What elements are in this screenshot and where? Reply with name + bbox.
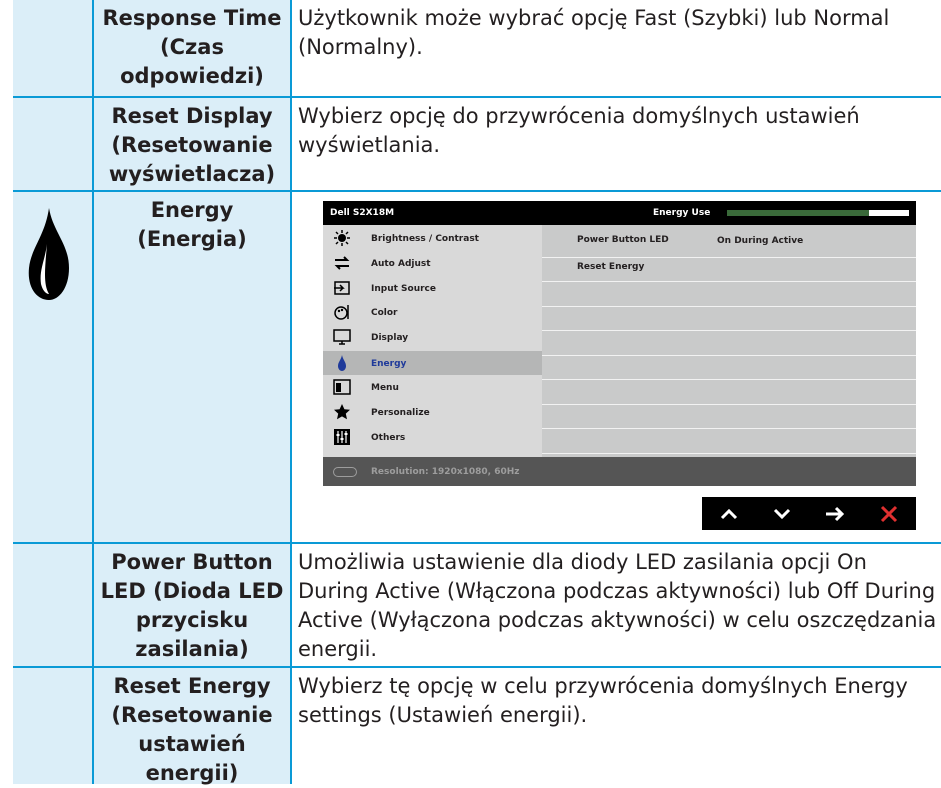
menu-item-label: Input Source xyxy=(371,284,436,294)
row-description: Użytkownik może wybrać opcję Fast (Szybk… xyxy=(298,6,890,59)
energy-use-bar xyxy=(727,210,909,216)
row-description: Umożliwia ustawienie dla diody LED zasil… xyxy=(298,550,937,661)
osd-header: Dell S2X18M Energy Use xyxy=(323,201,916,225)
color-icon xyxy=(334,305,349,320)
row-label-text: Energy (Energia) xyxy=(137,198,247,251)
row-label: Power Button LED (Dioda LED przycisku za… xyxy=(94,544,290,666)
submenu-divider xyxy=(542,355,916,356)
menu-item-input-source[interactable]: Input Source xyxy=(323,276,542,300)
submenu-divider xyxy=(542,306,916,307)
menu-item-energy[interactable]: Energy xyxy=(323,351,542,375)
others-icon xyxy=(334,429,350,445)
submenu-divider xyxy=(542,330,916,331)
menu-icon xyxy=(333,379,351,395)
submenu-divider xyxy=(542,453,916,454)
up-icon[interactable] xyxy=(702,497,755,530)
menu-item-label: Color xyxy=(371,308,398,318)
resolution-icon xyxy=(333,467,357,477)
right-arrow-icon[interactable] xyxy=(808,497,861,530)
menu-item-label: Menu xyxy=(371,383,399,393)
energy-flame-icon xyxy=(28,208,69,300)
menu-item-brightness-contrast[interactable]: Brightness / Contrast xyxy=(323,226,542,250)
row-description: Wybierz tę opcję w celu przywrócenia dom… xyxy=(298,674,908,727)
menu-item-color[interactable]: Color xyxy=(323,300,542,324)
row-divider xyxy=(13,542,941,544)
icon-cell xyxy=(13,192,92,542)
row-divider xyxy=(13,190,941,192)
menu-item-label: Others xyxy=(371,433,406,443)
brightness-icon xyxy=(334,230,350,246)
menu-item-label: Energy xyxy=(371,359,407,369)
menu-item-label: Brightness / Contrast xyxy=(371,234,479,244)
row-description: Wybierz opcję do przywrócenia domyślnych… xyxy=(298,104,860,157)
table-row-response-time: Response Time (Czas odpowiedzi) Użytkown… xyxy=(0,0,941,96)
menu-item-display[interactable]: Display xyxy=(323,325,542,349)
osd-status-bar: Resolution: 1920x1080, 60Hz xyxy=(323,457,916,486)
submenu-divider xyxy=(542,257,916,258)
submenu-divider xyxy=(542,379,916,380)
menu-item-menu[interactable]: Menu xyxy=(323,375,542,399)
submenu-divider xyxy=(542,404,916,405)
menu-item-label: Auto Adjust xyxy=(371,259,431,269)
row-label-text: Power Button LED (Dioda LED przycisku za… xyxy=(100,550,284,661)
icon-cell xyxy=(13,668,92,784)
submenu-divider xyxy=(542,281,916,282)
display-icon xyxy=(333,329,351,345)
menu-item-label: Personalize xyxy=(371,408,430,418)
row-label: Reset Display (Resetowanie wyświetlacza) xyxy=(94,98,290,190)
row-label: Response Time (Czas odpowiedzi) xyxy=(94,0,290,96)
star-icon xyxy=(334,404,350,420)
column-divider xyxy=(290,0,292,784)
table-row-reset-display: Reset Display (Resetowanie wyświetlacza)… xyxy=(0,98,941,190)
menu-item-personalize[interactable]: Personalize xyxy=(323,400,542,424)
row-label-text: Response Time (Czas odpowiedzi) xyxy=(102,6,282,88)
energy-use-label: Energy Use xyxy=(653,208,711,218)
row-label-text: Reset Energy (Resetowanie ustawień energ… xyxy=(111,674,273,785)
menu-item-auto-adjust[interactable]: Auto Adjust xyxy=(323,251,542,275)
power-button-led-label[interactable]: Power Button LED xyxy=(577,235,669,245)
table-row-power-button-led: Power Button LED (Dioda LED przycisku za… xyxy=(0,544,941,666)
menu-item-others[interactable]: Others xyxy=(323,425,542,449)
row-divider xyxy=(13,96,941,98)
icon-cell xyxy=(13,98,92,190)
osd-main-menu: Brightness / Contrast Auto Adjust Input … xyxy=(323,225,542,457)
table-row-reset-energy: Reset Energy (Resetowanie ustawień energ… xyxy=(0,668,941,785)
input-source-icon xyxy=(334,281,350,295)
icon-cell xyxy=(13,544,92,666)
row-divider xyxy=(13,666,941,668)
osd-model-name: Dell S2X18M xyxy=(330,208,395,218)
energy-icon xyxy=(338,355,346,371)
close-icon[interactable] xyxy=(862,497,915,530)
row-label: Reset Energy (Resetowanie ustawień energ… xyxy=(94,668,290,785)
row-label-text: Reset Display (Resetowanie wyświetlacza) xyxy=(108,104,276,186)
resolution-text: Resolution: 1920x1080, 60Hz xyxy=(371,467,520,477)
down-icon[interactable] xyxy=(755,497,808,530)
row-label: Energy (Energia) xyxy=(94,192,290,542)
icon-cell xyxy=(13,0,92,96)
osd-navigation-buttons xyxy=(702,497,916,530)
power-button-led-value[interactable]: On During Active xyxy=(717,236,803,246)
submenu-divider xyxy=(542,428,916,429)
osd-energy-submenu: Power Button LED On During Active Reset … xyxy=(542,225,916,457)
reset-energy-option[interactable]: Reset Energy xyxy=(577,262,644,272)
osd-menu-screenshot: Dell S2X18M Energy Use Brightness / Cont… xyxy=(323,201,916,486)
auto-adjust-icon xyxy=(334,256,350,270)
column-divider xyxy=(92,0,94,784)
menu-item-label: Display xyxy=(371,333,409,343)
energy-use-fill xyxy=(727,210,869,216)
